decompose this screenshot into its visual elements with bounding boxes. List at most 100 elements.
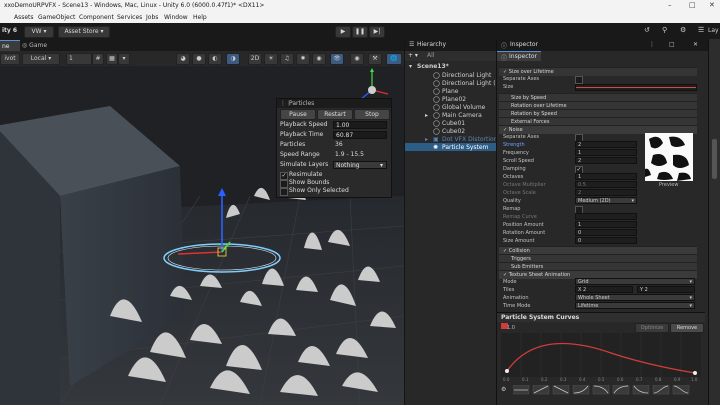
wireframe-icon[interactable]: ◕ <box>176 53 190 65</box>
hierarchy-item[interactable]: Cube02 <box>442 128 465 135</box>
curve-tick: 0.2 <box>541 377 548 382</box>
hierarchy-search-input[interactable]: All <box>427 52 434 59</box>
resimulate-checkbox[interactable]: ✓ <box>280 172 288 180</box>
quality-dropdown[interactable]: Medium (2D) ▾ <box>575 197 637 204</box>
fx-toggle-icon[interactable]: ✸ <box>296 53 310 65</box>
play-button[interactable]: ▶ <box>335 26 351 38</box>
position-amount-field[interactable]: 1 <box>575 221 637 228</box>
scrollbar-thumb[interactable] <box>712 139 717 179</box>
optimize-button[interactable]: Optimize <box>635 323 669 333</box>
close-icon[interactable]: ✕ <box>709 1 715 9</box>
menu-services[interactable]: Services <box>117 14 142 21</box>
menu-jobs[interactable]: Jobs <box>146 14 158 21</box>
pivot-dropdown[interactable]: ivot <box>0 53 20 65</box>
octaves-field[interactable]: 1 <box>575 173 637 180</box>
grid-options-icon[interactable]: ▾ <box>118 53 130 65</box>
hierarchy-item[interactable]: Directional Light <box>442 72 491 79</box>
size-curve-field[interactable] <box>575 84 697 91</box>
preset-thumbnails[interactable] <box>513 385 703 395</box>
animation-dropdown[interactable]: Whole Sheet ▾ <box>575 294 695 301</box>
hierarchy-item[interactable]: Plane <box>442 88 458 95</box>
inspector-scrollbar[interactable] <box>708 39 720 405</box>
strength-field[interactable]: 2 <box>575 141 637 148</box>
snap-increment-field[interactable]: 1 <box>66 53 92 65</box>
hierarchy-item[interactable]: Plane02 <box>442 96 466 103</box>
account-button[interactable]: VW ▾ <box>24 26 54 38</box>
hierarchy-item[interactable]: Main Camera <box>442 112 482 119</box>
tab-game[interactable]: ◎ Game <box>22 40 62 51</box>
visibility-icon[interactable]: 👁 <box>330 53 344 65</box>
main-toolbar: ity 6 VW ▾ Asset Store ▾ ▶ ❚❚ ▶| ↺ ⚲ ⚙ ☰… <box>0 23 720 40</box>
menu-icon[interactable]: ⋮ <box>649 41 655 48</box>
frequency-field[interactable]: 1 <box>575 149 637 156</box>
layout-label[interactable]: Lay <box>708 27 719 34</box>
hidden-objects-icon[interactable]: ◉ <box>312 53 326 65</box>
scene-viewport[interactable]: ⋮⋮ Particles Pause Restart Stop Playback… <box>0 66 404 405</box>
time-mode-dropdown[interactable]: Lifetime ▾ <box>575 302 695 309</box>
maximize-panel-icon[interactable]: □ <box>669 41 675 48</box>
remove-button[interactable]: Remove <box>670 323 704 333</box>
grid-snap-icon[interactable]: # <box>92 53 104 65</box>
menu-help[interactable]: Help <box>193 14 207 21</box>
pause-button[interactable]: ❚❚ <box>352 26 368 38</box>
curve-ticks: 0.0 0.1 0.2 0.3 0.4 0.5 0.6 0.7 0.8 0.9 … <box>501 377 701 383</box>
gear-icon[interactable]: ⚙ <box>680 26 686 34</box>
size-amount-field[interactable]: 0 <box>575 237 637 244</box>
show-only-selected-checkbox[interactable] <box>280 188 288 196</box>
gameobject-icon: ◯ <box>433 112 440 119</box>
add-icon[interactable]: + ▾ <box>408 52 418 59</box>
stop-particles-button[interactable]: Stop <box>354 109 390 120</box>
hierarchy-item[interactable]: Directional Light (1) <box>442 80 502 87</box>
simulate-layers-dropdown[interactable]: Nothing ▾ <box>333 161 387 169</box>
audio-toggle-icon[interactable]: ♫ <box>280 53 294 65</box>
space-dropdown[interactable]: Local ▾ <box>22 53 60 65</box>
menu-component[interactable]: Component <box>79 14 114 21</box>
menu-window[interactable]: Window <box>164 14 188 21</box>
mode-dropdown[interactable]: Grid ▾ <box>575 278 695 285</box>
scroll-speed-field[interactable]: 2 <box>575 157 637 164</box>
step-button[interactable]: ▶| <box>369 26 385 38</box>
menu-gameobject[interactable]: GameObject <box>38 14 75 21</box>
pause-particles-button[interactable]: Pause <box>280 109 316 120</box>
lighting-mode-icon[interactable]: ◑ <box>226 53 240 65</box>
grid-icon[interactable]: ▦ <box>106 53 118 65</box>
gear-icon[interactable]: ⚙ <box>501 386 506 393</box>
close-panel-icon[interactable]: ✕ <box>693 41 698 48</box>
playback-time-field[interactable]: 60.87 <box>333 131 387 139</box>
tsa-row: Animation Whole Sheet ▾ <box>497 294 709 302</box>
maximize-icon[interactable]: □ <box>689 1 696 9</box>
scene-expand-icon[interactable]: ▾ <box>409 63 412 70</box>
menu-assets[interactable]: Assets <box>14 14 34 21</box>
tiles-y-field[interactable]: Y 2 <box>637 286 695 293</box>
search-icon[interactable]: ⚲ <box>662 26 667 34</box>
particles-overlay-header[interactable]: ⋮⋮ Particles <box>277 99 391 108</box>
history-icon[interactable]: ↺ <box>644 26 650 34</box>
curve-editor[interactable] <box>501 333 701 377</box>
inspector-row: Size <box>497 83 709 91</box>
tiles-x-field[interactable]: X 2 <box>575 286 633 293</box>
playback-speed-field[interactable]: 1.00 <box>333 121 387 129</box>
expand-icon[interactable]: ▸ <box>425 136 428 143</box>
rotation-amount-field[interactable]: 0 <box>575 229 637 236</box>
light-toggle-icon[interactable]: ☀ <box>264 53 278 65</box>
show-bounds-checkbox[interactable] <box>280 180 288 188</box>
hierarchy-item[interactable]: Cube01 <box>442 120 465 127</box>
inspector-tab[interactable]: ⓘ Inspector <box>497 51 541 62</box>
hierarchy-item[interactable]: Global Volume <box>442 104 485 111</box>
draw-mode-icon[interactable]: ◐ <box>208 53 222 65</box>
gizmos-icon[interactable]: 🌐 <box>386 53 402 65</box>
shaded-icon[interactable]: ● <box>192 53 206 65</box>
inspector-row: Separate Axes <box>497 75 709 84</box>
minimize-icon[interactable]: – <box>668 1 672 9</box>
layers-icon[interactable]: ☰ <box>698 26 704 34</box>
restart-particles-button[interactable]: Restart <box>317 109 353 120</box>
asset-store-button[interactable]: Asset Store ▾ <box>58 26 110 38</box>
expand-icon[interactable]: ▸ <box>425 112 428 119</box>
scene-item[interactable]: Scene13* <box>417 63 449 70</box>
2d-toggle[interactable]: 2D <box>248 53 262 65</box>
camera-icon[interactable]: ◉ <box>350 53 364 65</box>
hierarchy-item-selected[interactable]: Particle System <box>442 144 488 151</box>
inspector-tab-label: Inspector <box>509 53 537 60</box>
hierarchy-item[interactable]: Dot VFX Distortion <box>442 136 498 143</box>
tools-icon[interactable]: ⚒ <box>368 53 382 65</box>
